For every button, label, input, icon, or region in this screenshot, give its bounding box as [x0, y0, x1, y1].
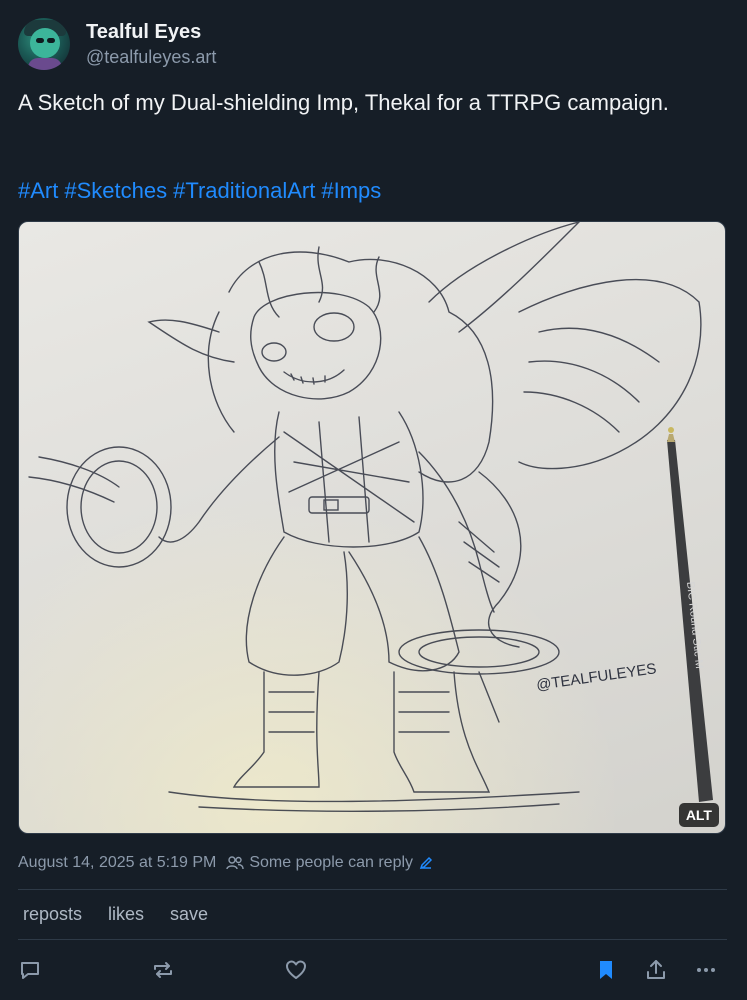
author-names: Tealful Eyes @tealfuleyes.art: [86, 19, 216, 69]
repost-button[interactable]: [149, 956, 177, 984]
hashtag-list: #Art #Sketches #TraditionalArt #Imps: [18, 176, 387, 205]
more-icon: [697, 968, 715, 972]
hashtag-link[interactable]: #Art: [18, 178, 58, 203]
reply-icon: [21, 962, 39, 979]
divider: [18, 939, 727, 940]
post-meta: August 14, 2025 at 5:19 PM Some people c…: [18, 854, 433, 872]
post-text: A Sketch of my Dual-shielding Imp, Theka…: [18, 90, 669, 115]
action-bar: [0, 956, 747, 986]
bookmark-icon: [600, 961, 612, 979]
post-timestamp[interactable]: August 14, 2025 at 5:19 PM: [18, 854, 216, 872]
alt-badge[interactable]: ALT: [678, 803, 719, 827]
share-button[interactable]: [642, 956, 670, 984]
post-image[interactable]: @TEALFULEYES BIC Round Stic M ALT: [18, 221, 726, 834]
like-button[interactable]: [282, 956, 310, 984]
hashtag-link[interactable]: #TraditionalArt: [173, 178, 315, 203]
more-button[interactable]: [692, 956, 720, 984]
sketch-drawing: @TEALFULEYES BIC Round Stic M: [19, 222, 725, 833]
divider: [18, 889, 727, 890]
save-link[interactable]: save: [170, 904, 208, 925]
share-icon: [647, 960, 665, 979]
reply-button[interactable]: [16, 956, 44, 984]
author-display-name[interactable]: Tealful Eyes: [86, 19, 216, 45]
hashtag-link[interactable]: #Sketches: [64, 178, 167, 203]
reply-setting[interactable]: Some people can reply: [249, 854, 413, 872]
engagement-counts: reposts likes save: [23, 904, 234, 925]
pencil-icon[interactable]: [419, 856, 433, 870]
heart-icon: [286, 960, 306, 979]
bookmark-button[interactable]: [592, 956, 620, 984]
people-icon: [226, 855, 245, 871]
repost-icon: [154, 962, 172, 978]
hashtag-link[interactable]: #Imps: [321, 178, 381, 203]
likes-link[interactable]: likes: [108, 904, 144, 925]
reposts-link[interactable]: reposts: [23, 904, 82, 925]
author-handle[interactable]: @tealfuleyes.art: [86, 45, 216, 69]
avatar[interactable]: [18, 18, 70, 70]
post-header: Tealful Eyes @tealfuleyes.art: [18, 18, 216, 70]
